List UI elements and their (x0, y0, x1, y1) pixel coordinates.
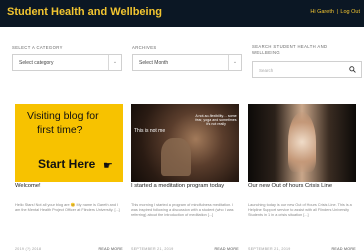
greeting-link[interactable]: Hi Gareth (310, 9, 334, 15)
user-links: Hi Gareth | Log Out (310, 9, 360, 15)
post-date: SEPTEMBER 21, 2019 (248, 247, 291, 251)
category-select-value: Select category (19, 60, 54, 66)
post-excerpt: This morning I started a program of mind… (131, 203, 234, 217)
post-title[interactable]: I started a meditation program today (131, 183, 239, 190)
post-date: 2019 (?) 2018 (15, 247, 42, 251)
thumbnail-heading: first time? (37, 124, 83, 136)
crisis-line-photo (288, 112, 316, 172)
read-more-link[interactable]: READ MORE (332, 247, 356, 251)
read-more-link[interactable]: READ MORE (99, 247, 123, 251)
thumbnail-caption: This is not me (134, 128, 166, 134)
post-excerpt: Launching today is our new Out of Hours … (248, 203, 352, 217)
pointing-hand-icon: ☛ (103, 160, 113, 172)
link-separator: | (336, 9, 338, 15)
search-input[interactable]: Search (252, 61, 362, 78)
logout-link[interactable]: Log Out (340, 9, 360, 15)
archives-label: ARCHIVES (132, 45, 157, 50)
search-label: SEARCH STUDENT HEALTH AND WELLBEING (252, 44, 328, 55)
thumbnail-caption: A not-so-flexibility… some fear, yoga an… (195, 114, 237, 127)
post-title[interactable]: Our new Out of hours Crisis Line (248, 183, 356, 190)
category-select[interactable]: Select category ⌄ (12, 54, 122, 71)
read-more-link[interactable]: READ MORE (215, 247, 239, 251)
search-placeholder: Search (259, 68, 274, 73)
top-bar: Student Health and Wellbeing Hi Gareth |… (0, 0, 364, 27)
post-thumbnail[interactable]: This is not me A not-so-flexibility… som… (131, 104, 239, 182)
archives-select[interactable]: Select Month ⌄ (132, 54, 242, 71)
post-date: SEPTEMBER 21, 2019 (131, 247, 174, 251)
post-excerpt: Hello Stars! Not all your blog are 😊 My … (15, 203, 120, 212)
meditation-photo (161, 138, 191, 176)
chevron-down-icon: ⌄ (228, 55, 241, 70)
thumbnail-cta: Start Here (38, 157, 96, 171)
site-title[interactable]: Student Health and Wellbeing (7, 6, 162, 18)
chevron-down-icon: ⌄ (108, 55, 121, 70)
post-title[interactable]: Welcome! (15, 183, 123, 190)
post-thumbnail[interactable]: Visiting blog for first time? Start Here… (15, 104, 123, 182)
thumbnail-heading: Visiting blog for (27, 110, 99, 122)
archives-select-value: Select Month (139, 60, 169, 66)
search-icon[interactable] (349, 66, 356, 73)
post-thumbnail[interactable] (248, 104, 356, 182)
category-label: SELECT A CATEGORY (12, 45, 63, 50)
